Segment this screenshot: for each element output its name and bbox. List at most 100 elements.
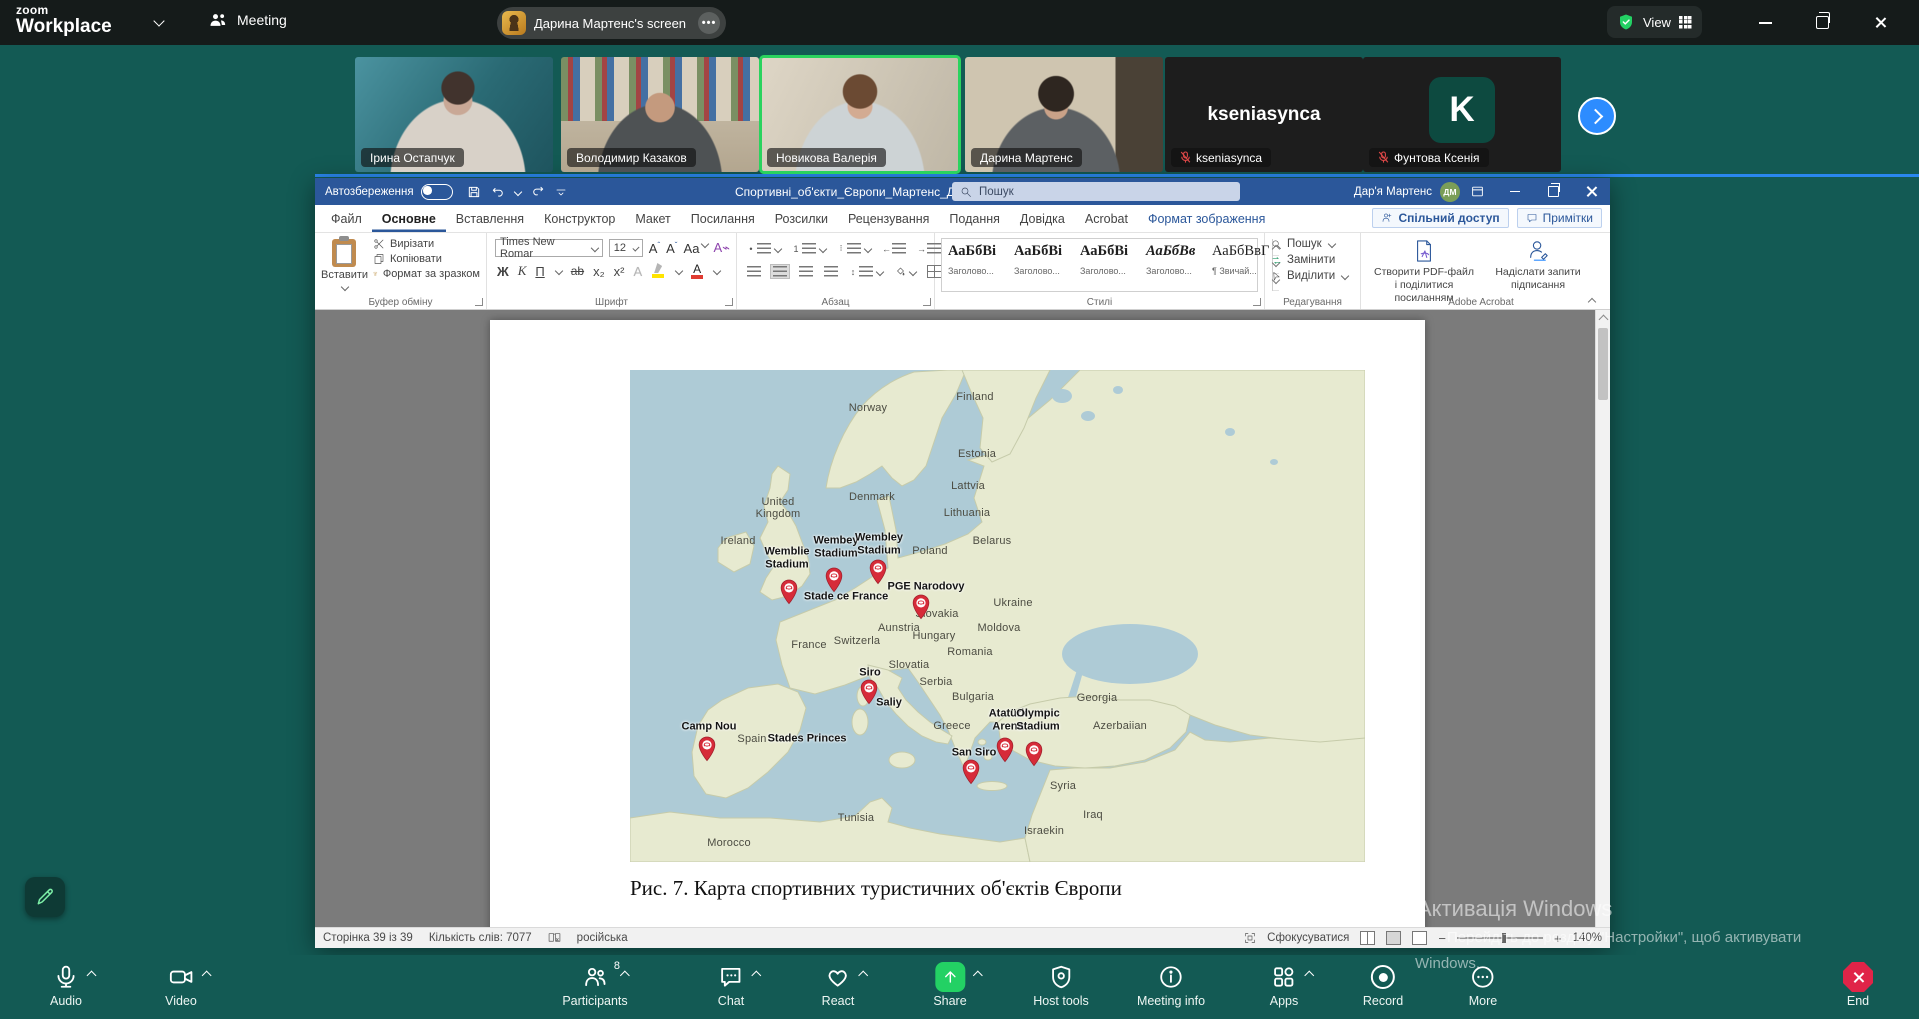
shrink-font-button[interactable]: Аˇ: [666, 241, 677, 256]
style-card-4[interactable]: АаБбВвЗаголово...: [1140, 239, 1206, 291]
ribbon-tab-12[interactable]: Формат зображення: [1138, 206, 1275, 232]
more-button[interactable]: More: [1469, 962, 1497, 1008]
justify-button[interactable]: [822, 265, 840, 278]
bullet-list-button[interactable]: •: [745, 242, 783, 255]
video-tile-active-speaker[interactable]: Новикова Валерія: [761, 57, 959, 172]
share-chevron-icon[interactable]: [973, 971, 983, 981]
ribbon-tab-11[interactable]: Acrobat: [1075, 206, 1138, 232]
document-page[interactable]: NorwayFinlandEstoniaLattviaLithuaniaDenm…: [490, 320, 1425, 927]
underline-button[interactable]: П: [535, 264, 544, 279]
style-card-5[interactable]: АаБбВвГ¶ Звичай...: [1206, 239, 1272, 291]
ribbon-tab-5[interactable]: Макет: [625, 206, 680, 232]
tab-meeting[interactable]: Meeting: [208, 10, 287, 30]
redo-icon[interactable]: [531, 185, 545, 199]
zoom-out-icon[interactable]: −: [1438, 931, 1446, 946]
dialog-launcher-icon[interactable]: [725, 298, 733, 306]
workspace-chevron-down-icon[interactable]: [153, 15, 164, 26]
zoom-in-icon[interactable]: +: [1554, 931, 1562, 946]
window-minimize-button[interactable]: [1743, 0, 1787, 45]
dialog-launcher-icon[interactable]: [923, 298, 931, 306]
save-icon[interactable]: [467, 185, 481, 199]
chat-chevron-icon[interactable]: [752, 971, 762, 981]
ribbon-tab-1[interactable]: Файл: [321, 206, 372, 232]
scroll-up-icon[interactable]: [1599, 315, 1609, 325]
account-info[interactable]: Дар'я Мартенс ДМ: [1354, 178, 1460, 205]
apps-chevron-icon[interactable]: [1305, 971, 1315, 981]
customize-qat-icon[interactable]: [555, 186, 567, 198]
font-size-select[interactable]: 12: [609, 239, 643, 257]
replace-button[interactable]: Замінити: [1271, 254, 1354, 266]
window-restore-button[interactable]: [1800, 0, 1844, 45]
share-options-button[interactable]: •••: [698, 12, 720, 34]
undo-chevron-icon[interactable]: [513, 187, 521, 195]
word-minimize-button[interactable]: [1496, 178, 1534, 205]
next-participants-page-button[interactable]: [1578, 97, 1616, 135]
scrollbar-thumb[interactable]: [1598, 328, 1608, 400]
focus-label[interactable]: Сфокусуватися: [1267, 932, 1349, 944]
ribbon-tab-3[interactable]: Вставлення: [446, 206, 534, 232]
style-card-3[interactable]: АаБбВіЗаголово...: [1074, 239, 1140, 291]
ribbon-tab-2[interactable]: Основне: [372, 206, 446, 232]
font-color-button[interactable]: А: [691, 263, 703, 279]
ribbon-tab-8[interactable]: Рецензування: [838, 206, 939, 232]
ribbon-display-options-button[interactable]: [1458, 178, 1496, 205]
zoom-slider[interactable]: [1457, 937, 1543, 939]
word-close-button[interactable]: [1572, 178, 1610, 205]
video-tile[interactable]: K Фунтова Ксенія: [1363, 57, 1561, 172]
font-name-select[interactable]: Times New Romar: [495, 239, 603, 257]
shared-screen-pill[interactable]: Дарина Мартенс's screen •••: [497, 7, 726, 39]
ribbon-tab-6[interactable]: Посилання: [681, 206, 765, 232]
host-tools-button[interactable]: Host tools: [1033, 962, 1089, 1008]
italic-button[interactable]: К: [518, 263, 527, 279]
participants-button[interactable]: 8 Participants: [562, 962, 627, 1008]
search-box[interactable]: Пошук: [952, 182, 1240, 201]
language-indicator[interactable]: російська: [577, 932, 628, 944]
meeting-info-button[interactable]: Meeting info: [1137, 962, 1205, 1008]
ribbon-tab-4[interactable]: Конструктор: [534, 206, 625, 232]
shading-button[interactable]: [892, 265, 918, 279]
read-mode-button[interactable]: [1360, 931, 1375, 945]
video-tile[interactable]: kseniasynca kseniasynca: [1165, 57, 1363, 172]
page-indicator[interactable]: Сторінка 39 із 39: [323, 932, 413, 944]
decrease-indent-button[interactable]: ←: [880, 242, 908, 255]
annotate-button[interactable]: [25, 877, 65, 917]
video-tile[interactable]: Дарина Мартенс: [965, 57, 1163, 172]
ribbon-tab-7[interactable]: Розсилки: [765, 206, 838, 232]
ribbon-tab-9[interactable]: Подання: [939, 206, 1009, 232]
line-spacing-button[interactable]: ↕: [847, 265, 885, 278]
select-button[interactable]: Виділити: [1271, 270, 1354, 282]
web-layout-button[interactable]: [1412, 931, 1427, 945]
grow-font-button[interactable]: Аˆ: [649, 241, 660, 256]
print-layout-button[interactable]: [1386, 931, 1401, 945]
clear-formatting-button[interactable]: А⌁: [714, 240, 731, 256]
paste-button[interactable]: Вставити: [321, 239, 367, 293]
apps-button[interactable]: Apps: [1270, 962, 1299, 1008]
zoom-level[interactable]: 140%: [1573, 932, 1602, 944]
end-meeting-button[interactable]: End: [1843, 962, 1873, 1008]
style-card-1[interactable]: АаБбВіЗаголово...: [942, 239, 1008, 291]
react-chevron-icon[interactable]: [859, 971, 869, 981]
align-center-button[interactable]: [770, 264, 790, 279]
window-close-button[interactable]: [1858, 0, 1902, 45]
copy-button[interactable]: Копіювати: [373, 253, 480, 265]
multilevel-list-button[interactable]: ⁝: [835, 242, 873, 255]
share-button[interactable]: Share: [933, 962, 966, 1008]
dialog-launcher-icon[interactable]: [1253, 298, 1261, 306]
vertical-scrollbar[interactable]: [1595, 310, 1610, 927]
create-pdf-button[interactable]: Створити PDF-файл і поділитися посилання…: [1374, 239, 1474, 305]
send-signature-button[interactable]: Надіслати запити підписання: [1488, 239, 1588, 305]
subscript-button[interactable]: х₂: [593, 264, 605, 279]
format-painter-button[interactable]: Формат за зразком: [373, 268, 480, 280]
highlight-color-button[interactable]: [651, 263, 665, 279]
chat-button[interactable]: Chat: [718, 962, 744, 1008]
style-card-2[interactable]: АаБбВіЗаголово...: [1008, 239, 1074, 291]
audio-button[interactable]: Audio: [50, 962, 82, 1008]
align-left-button[interactable]: [745, 265, 763, 278]
bold-button[interactable]: Ж: [497, 264, 509, 279]
ribbon-tab-10[interactable]: Довідка: [1010, 206, 1075, 232]
dialog-launcher-icon[interactable]: [475, 298, 483, 306]
comments-button[interactable]: Примітки: [1517, 208, 1602, 228]
proofing-icon[interactable]: [548, 932, 561, 944]
find-button[interactable]: Пошук: [1271, 238, 1354, 250]
participants-chevron-icon[interactable]: [620, 971, 630, 981]
